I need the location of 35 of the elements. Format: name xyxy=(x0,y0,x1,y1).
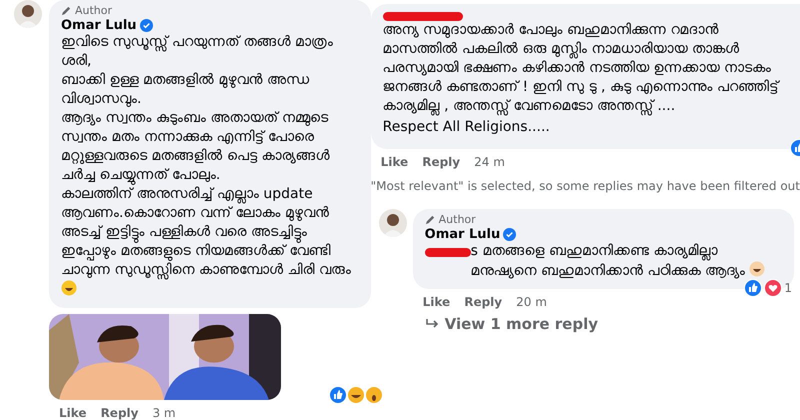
love-reaction-icon xyxy=(764,279,782,297)
comment-text: ബാക്കി ഉള്ള മതങ്ങളിൽ മുഴുവൻ അന്ധ വിശ്വാസവും. xyxy=(61,71,310,109)
like-reaction-icon xyxy=(744,279,762,297)
like-link[interactable]: Like xyxy=(422,295,450,309)
comment-text: ആദ്യം സ്വന്തം കുടുംബം അതായത് നമ്മുടെ സ്വന്തം മതം നന്നാക്കുക എന്നിട്ട് പോരെ മറ്റുള്ളവരുടെ മതങ്ങളിൽ പെട്ട കാര്യങ്ങൾ ചർച്ച ചെയ്യുന്നത് പോലും. xyxy=(61,109,330,185)
reply-link[interactable]: Reply xyxy=(100,406,138,420)
reply-link[interactable]: Reply xyxy=(422,155,460,169)
avatar[interactable] xyxy=(14,0,42,28)
author-label: Author xyxy=(438,213,476,226)
comment-text: കാലത്തിന് അനുസരിച്ച് എല്ലാം update ആവണം.കൊറോണ വന്ന് ലോകം മുഴുവൻ അടച്ച് ഇട്ടിട്ടും പള്ളികൾ വരെ അടച്ചിട്ടും ഇപ്പോഴും മതങ്ങളുടെ നിയമങ്ങൾക്ക് വേണ്ടി ചാവുന്ന സുഡൂസ്സിനെ കാണുമ്പോൾ ചിരി വരും xyxy=(61,185,359,300)
avatar[interactable] xyxy=(378,209,407,237)
pencil-icon xyxy=(61,5,72,16)
author-name[interactable]: Omar Lulu xyxy=(61,18,137,33)
reply-link[interactable]: Reply xyxy=(464,295,502,309)
redaction-mark xyxy=(424,248,471,257)
comment-time: 20 m xyxy=(516,295,547,309)
view-more-replies-link[interactable]: View 1 more reply xyxy=(412,309,800,333)
comment-text: അന്യ സമുദായക്കാർ പോലും ബഹുമാനിക്കുന്ന റമദാൻ മാസത്തിൽ പകലിൽ ഒരു മുസ്ലിം നാമധാരിയായ താങ്കൾ പരസ്യമായി ഭക്ഷണം കഴിക്കാൻ നടത്തിയ ഉന്നക്കായ നാടകം ജനങ്ങൾ കണ്ടതാണ് ! ഇനി സു ടു , കുടു എന്നൊന്നും പറഞ്ഞിട്ട് കാര്യമില്ല , അന്തസ്സ് വേണമെടോ അന്തസ്സ് .... xyxy=(382,21,781,116)
laughing-reaction-icon xyxy=(347,386,365,404)
like-reaction-icon xyxy=(329,386,347,404)
surprised-reaction-icon xyxy=(365,386,383,404)
reaction-count: 1 xyxy=(784,281,792,295)
reply-arrow-icon xyxy=(424,318,439,330)
laughing-emoji-icon xyxy=(61,280,77,296)
like-link[interactable]: Like xyxy=(59,406,87,420)
author-label: Author xyxy=(75,4,112,17)
comment-time: 24 m xyxy=(474,155,505,169)
like-link[interactable]: Like xyxy=(380,155,408,169)
comment-text: Respect All Religions..... xyxy=(382,118,551,137)
comment-text: s മതങ്ങളെ ബഹുമാനിക്കണ്ട കാര്യമില്ലാ മനുഷ്യനെ ബഹുമാനിക്കാൻ പഠിക്കുക ആദ്യം xyxy=(470,242,782,281)
author-name[interactable]: Omar Lulu xyxy=(424,227,500,242)
pencil-icon xyxy=(424,214,436,225)
comment-text: ഇവിടെ സുഡൂസ്സ് പറയുന്നത് തങ്ങൾ മാത്രം ശരി, xyxy=(61,33,334,71)
filter-note: "Most relevant" is selected, so some replies may have been filtered out xyxy=(370,178,800,193)
comment-time: 3 m xyxy=(152,406,176,420)
